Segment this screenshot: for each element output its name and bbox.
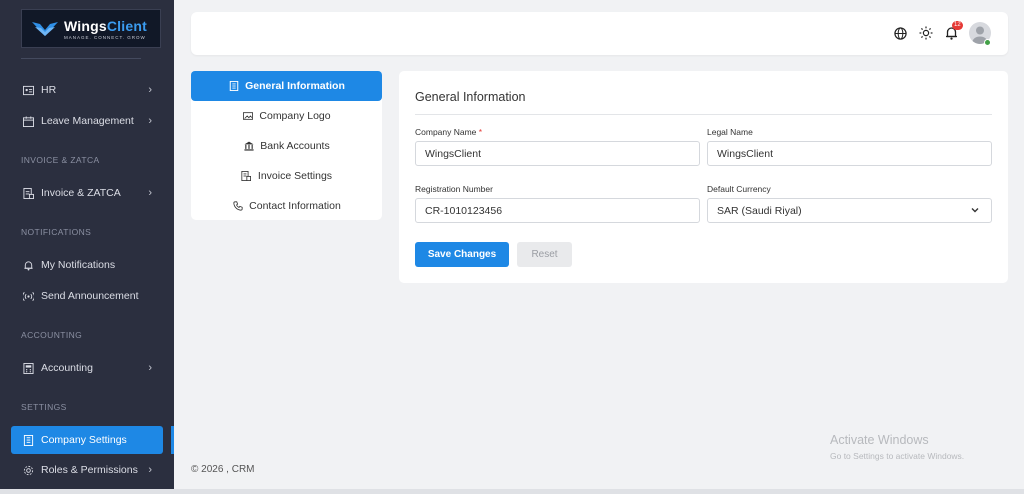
broadcast-icon <box>22 290 34 302</box>
company-name-input[interactable]: WingsClient <box>415 141 700 166</box>
sun-icon[interactable] <box>918 25 934 41</box>
company-name-label: Company Name * <box>415 127 483 137</box>
chevron-right-icon: › <box>148 362 152 374</box>
divider <box>415 114 992 115</box>
bank-icon <box>243 141 254 152</box>
receipt-icon <box>241 171 252 182</box>
registration-number-input[interactable]: CR-1010123456 <box>415 198 700 223</box>
card-title: General Information <box>415 90 526 104</box>
invoice-icon <box>22 187 34 199</box>
footer-copyright: © 2026 , CRM <box>191 464 255 475</box>
building-icon <box>228 81 239 92</box>
bottom-strip <box>0 489 1024 494</box>
reset-button[interactable]: Reset <box>517 242 572 267</box>
required-mark: * <box>478 127 483 137</box>
sidebar-item-hr[interactable]: HR › <box>11 77 163 103</box>
active-scroll-indicator <box>171 426 174 454</box>
menu-item-label: Contact Information <box>249 200 341 212</box>
general-information-card: General Information Company Name * Wings… <box>399 71 1008 283</box>
top-bar: 12 <box>191 12 1008 55</box>
chevron-right-icon: › <box>148 84 152 96</box>
chevron-right-icon: › <box>148 464 152 476</box>
menu-item-label: Invoice Settings <box>257 170 333 182</box>
scrolled-item-edge <box>21 58 141 62</box>
notification-bell-icon[interactable]: 12 <box>943 21 963 41</box>
sidebar-item-company-settings[interactable]: Company Settings <box>11 426 163 454</box>
section-accounting: ACCOUNTING <box>21 330 83 340</box>
section-invoice-zatca: INVOICE & ZATCA <box>21 155 100 165</box>
globe-icon[interactable] <box>892 25 908 41</box>
sidebar-item-roles-permissions[interactable]: Roles & Permissions › <box>11 457 163 483</box>
brand-tagline: MANAGE. CONNECT. GROW <box>64 34 146 40</box>
settings-menu: General Information Company Logo Bank Ac… <box>191 71 382 220</box>
sidebar-item-invoice-zatca[interactable]: Invoice & ZATCA › <box>11 180 163 206</box>
brand-name: WingsClient <box>64 17 147 34</box>
wings-logo-icon <box>32 21 58 36</box>
chevron-down-icon <box>971 208 979 213</box>
save-changes-button[interactable]: Save Changes <box>415 242 509 267</box>
menu-item-label: General Information <box>245 80 345 92</box>
menu-item-invoice-settings[interactable]: Invoice Settings <box>191 161 382 191</box>
registration-number-label: Registration Number <box>415 184 493 194</box>
sidebar-item-send-announcement[interactable]: Send Announcement <box>11 283 163 309</box>
menu-item-label: Bank Accounts <box>260 140 330 152</box>
id-card-icon <box>22 84 34 96</box>
section-notifications: NOTIFICATIONS <box>21 227 92 237</box>
sidebar-item-label: Invoice & ZATCA <box>41 187 121 199</box>
menu-item-general-information[interactable]: General Information <box>191 71 382 101</box>
default-currency-value: SAR (Saudi Riyal) <box>717 204 802 217</box>
activate-windows-watermark: Activate Windows Go to Settings to activ… <box>830 433 964 461</box>
phone-icon <box>232 201 243 212</box>
notification-count-badge: 12 <box>952 21 963 30</box>
sidebar-item-label: HR <box>41 84 57 96</box>
watermark-title: Activate Windows <box>830 433 929 447</box>
chevron-right-icon: › <box>148 115 152 127</box>
sidebar-item-label: Company Settings <box>41 434 127 446</box>
image-icon <box>242 111 253 122</box>
sidebar-item-label: My Notifications <box>41 259 116 271</box>
sidebar-item-label: Send Announcement <box>41 290 139 302</box>
menu-item-company-logo[interactable]: Company Logo <box>191 101 382 131</box>
section-settings: SETTINGS <box>21 402 67 412</box>
menu-item-contact-information[interactable]: Contact Information <box>191 191 382 221</box>
menu-item-bank-accounts[interactable]: Bank Accounts <box>191 131 382 161</box>
sidebar-item-label: Roles & Permissions <box>41 464 138 476</box>
sidebar: WingsClient MANAGE. CONNECT. GROW HR › L… <box>0 0 174 494</box>
brand-logo[interactable]: WingsClient MANAGE. CONNECT. GROW <box>21 9 161 48</box>
default-currency-label: Default Currency <box>707 184 771 194</box>
chevron-right-icon: › <box>148 187 152 199</box>
sidebar-item-label: Leave Management <box>41 115 134 127</box>
sidebar-item-my-notifications[interactable]: My Notifications <box>11 252 163 278</box>
sidebar-item-label: Accounting <box>41 362 93 374</box>
gear-icon <box>22 464 34 476</box>
legal-name-label: Legal Name <box>707 127 753 137</box>
legal-name-input[interactable]: WingsClient <box>707 141 992 166</box>
default-currency-select[interactable]: SAR (Saudi Riyal) <box>707 198 992 223</box>
sidebar-item-leave-management[interactable]: Leave Management › <box>11 108 163 134</box>
sidebar-item-accounting[interactable]: Accounting › <box>11 355 163 381</box>
calculator-icon <box>22 362 34 374</box>
calendar-icon <box>22 115 34 127</box>
online-status-dot <box>984 39 991 46</box>
building-icon <box>22 434 34 446</box>
menu-item-label: Company Logo <box>259 110 331 122</box>
bell-icon <box>22 259 34 271</box>
watermark-subtitle: Go to Settings to activate Windows. <box>830 451 965 461</box>
